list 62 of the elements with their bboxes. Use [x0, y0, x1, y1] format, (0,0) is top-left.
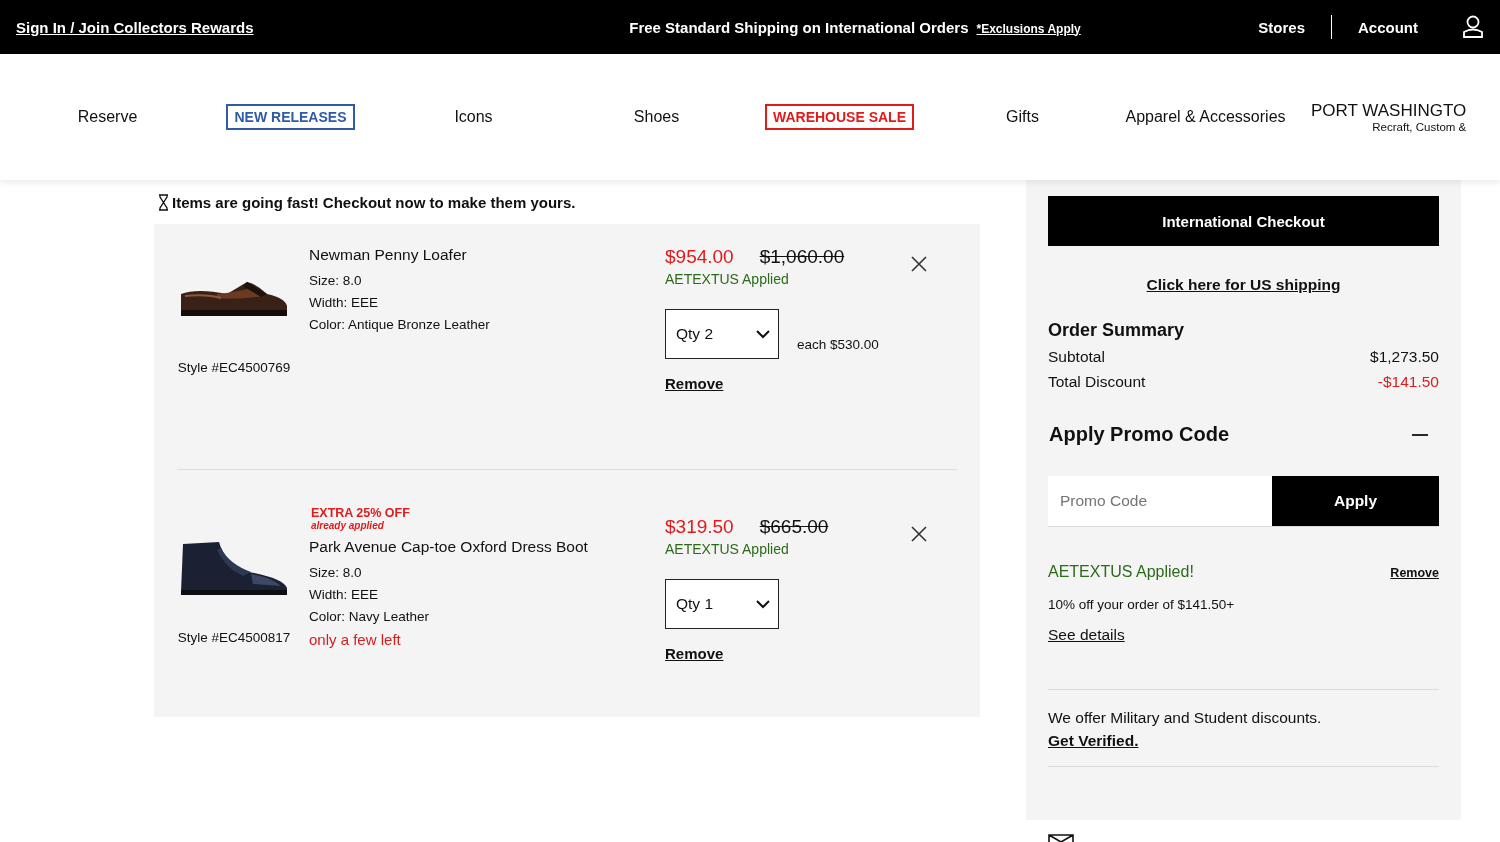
style-number: Style #EC4500817	[177, 630, 291, 645]
discount-label: EXTRA 25% OFF	[311, 506, 410, 520]
sign-in-link[interactable]: Sign In / Join Collectors Rewards	[16, 18, 416, 36]
close-icon[interactable]	[911, 526, 927, 542]
summary-label: Total Discount	[1048, 373, 1146, 391]
shipping-message: Free Standard Shipping on International Orders	[629, 18, 969, 36]
header-link[interactable]: Account	[1332, 18, 1444, 36]
military-discount-text: We offer Military and Student discounts. Get Verified.	[1048, 690, 1439, 767]
nav-item[interactable]: Icons	[454, 108, 493, 126]
promo-applied-message: AETEXTUS Applied!	[1048, 563, 1194, 581]
apply-button[interactable]: Apply	[1272, 476, 1439, 526]
promo-note: AETEXTUS Applied	[665, 541, 790, 557]
product-size: Size: 8.0	[309, 565, 363, 580]
sale-price: $319.50	[665, 516, 734, 538]
unit-price: each $530.00	[797, 336, 879, 352]
discount-note: already applied	[311, 520, 384, 531]
promo-note: AETEXTUS Applied	[665, 271, 790, 287]
store-name[interactable]: PORT WASHINGTO	[1311, 101, 1467, 121]
remove-link[interactable]: Remove	[665, 375, 724, 392]
envelope-icon[interactable]	[1048, 834, 1074, 842]
stock-note: only a few left	[309, 631, 402, 648]
hourglass-icon	[158, 193, 169, 211]
get-verified-link[interactable]: Get Verified.	[1048, 732, 1139, 749]
checkout-button[interactable]: International Checkout	[1048, 196, 1439, 246]
remove-link[interactable]: Remove	[665, 645, 724, 662]
nav-item[interactable]: Reserve	[77, 108, 138, 126]
nav-item[interactable]: Apparel & Accessories	[1125, 108, 1286, 126]
summary-value: -$141.50	[1377, 373, 1439, 391]
us-shipping-link[interactable]: Click here for US shipping	[1146, 276, 1341, 294]
original-price: $665.00	[759, 516, 829, 538]
quantity-select[interactable]: Qty 1	[665, 579, 779, 629]
summary-value: $1,273.50	[1370, 348, 1439, 366]
nav-item[interactable]: WAREHOUSE SALE	[765, 104, 914, 130]
user-icon[interactable]	[1462, 15, 1484, 39]
header-link[interactable]: Stores	[1232, 18, 1331, 36]
product-color: Color: Antique Bronze Leather	[309, 317, 491, 332]
product-width: Width: EEE	[309, 587, 380, 602]
see-details-link[interactable]: See details	[1048, 626, 1125, 644]
promo-title[interactable]: Apply Promo Code	[1049, 423, 1229, 446]
nav-item[interactable]: Gifts	[1006, 108, 1039, 126]
close-icon[interactable]	[911, 256, 927, 272]
promo-code-field[interactable]: Promo Code	[1048, 476, 1272, 526]
product-color: Color: Navy Leather	[309, 609, 431, 624]
nav-item[interactable]: NEW RELEASES	[226, 104, 355, 130]
product-width: Width: EEE	[309, 295, 380, 310]
summary-label: Subtotal	[1048, 348, 1105, 366]
original-price: $1,060.00	[759, 246, 845, 268]
exclusions-link[interactable]: *Exclusions Apply	[976, 21, 1081, 36]
nav-item[interactable]: Shoes	[633, 108, 680, 126]
quantity-select[interactable]: Qty 2	[665, 309, 779, 359]
sale-price: $954.00	[665, 246, 734, 268]
product-size: Size: 8.0	[309, 273, 363, 288]
product-name[interactable]: Park Avenue Cap-toe Oxford Dress Boot	[309, 538, 665, 556]
remove-link[interactable]: Remove	[1390, 566, 1439, 580]
style-number: Style #EC4500769	[177, 360, 291, 375]
summary-title: Order Summary	[1048, 320, 1186, 341]
urgency-message: Items are going fast! Checkout now to make them yours.	[172, 193, 576, 211]
product-name[interactable]: Newman Penny Loafer	[309, 246, 665, 264]
promo-description: 10% off your order of $141.50+	[1048, 597, 1236, 612]
chevron-down-icon	[756, 329, 770, 339]
chevron-down-icon	[756, 599, 770, 609]
store-subtitle: Recraft, Custom &	[1372, 121, 1467, 133]
